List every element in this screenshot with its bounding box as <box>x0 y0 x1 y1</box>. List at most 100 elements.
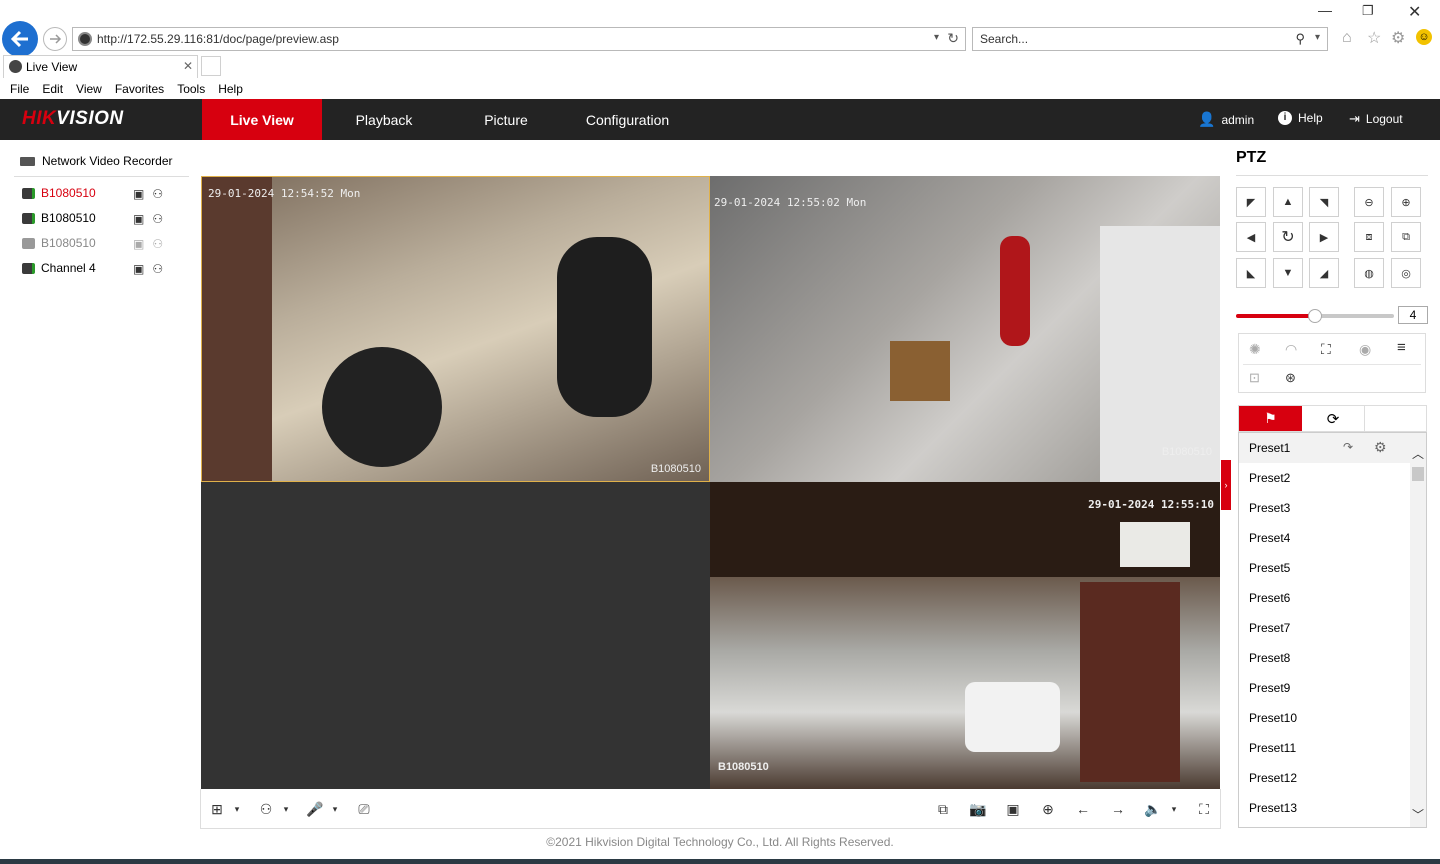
nav-configuration[interactable]: Configuration <box>570 99 685 140</box>
ptz-right[interactable]: ▶ <box>1309 222 1339 252</box>
preset-item[interactable]: Preset9 <box>1239 673 1426 703</box>
nav-live-view[interactable]: Live View <box>202 99 322 140</box>
channel-item-4[interactable]: Channel 4 <box>22 261 96 275</box>
close-window-icon[interactable]: ✕ <box>1408 2 1421 22</box>
scroll-thumb[interactable] <box>1412 467 1424 481</box>
iris-close-icon[interactable]: ◍ <box>1354 258 1384 288</box>
ptz-down[interactable]: ▼ <box>1273 258 1303 288</box>
scroll-up-icon[interactable]: ︿ <box>1412 445 1424 462</box>
restore-icon[interactable]: ❐ <box>1362 3 1374 19</box>
menu-file[interactable]: File <box>10 82 29 96</box>
ptz-collapse-tab[interactable]: › <box>1221 460 1231 510</box>
stream-dropdown-icon[interactable]: ▾ <box>276 799 296 819</box>
nav-picture[interactable]: Picture <box>447 99 565 140</box>
ptz-up-left[interactable]: ◤ <box>1236 187 1266 217</box>
video-pane-4[interactable]: 29-01-2024 12:55:10 B1080510 <box>710 482 1220 789</box>
browser-tab[interactable]: Live View ✕ <box>3 55 198 78</box>
close-tab-icon[interactable]: ✕ <box>183 59 193 73</box>
forward-button[interactable] <box>43 27 67 51</box>
ptz-left[interactable]: ◀ <box>1236 222 1266 252</box>
focus-far-icon[interactable]: ⧉ <box>1391 222 1421 252</box>
wiper-icon[interactable]: ◠ <box>1285 341 1297 358</box>
light-icon[interactable]: ✺ <box>1249 341 1261 358</box>
address-bar[interactable]: http://172.55.29.116:81/doc/page/preview… <box>72 27 966 51</box>
ptz-down-left[interactable]: ◣ <box>1236 258 1266 288</box>
ptz-up[interactable]: ▲ <box>1273 187 1303 217</box>
prev-icon[interactable]: ← <box>1073 799 1093 819</box>
user-menu[interactable]: 👤 admin <box>1198 111 1254 128</box>
menu-tools[interactable]: Tools <box>177 82 205 96</box>
refresh-icon[interactable]: ↻ <box>947 30 959 47</box>
ptz-up-right[interactable]: ◥ <box>1309 187 1339 217</box>
preset-item[interactable]: Preset5 <box>1239 553 1426 583</box>
logout-link[interactable]: ⇥ Logout <box>1349 111 1403 127</box>
mic-icon[interactable]: 🎤 <box>305 799 325 819</box>
favorites-icon[interactable]: ☆ <box>1367 28 1381 48</box>
preset-item[interactable]: Preset12 <box>1239 763 1426 793</box>
volume-dropdown-icon[interactable]: ▾ <box>1164 799 1184 819</box>
focus-near-icon[interactable]: ⧈ <box>1354 222 1384 252</box>
nav-playback[interactable]: Playback <box>325 99 443 140</box>
stream-settings-icon[interactable]: ⚇ <box>152 212 163 226</box>
manual-track-icon[interactable]: ⊡ <box>1249 370 1260 386</box>
iris-open-icon[interactable]: ◎ <box>1391 258 1421 288</box>
preset-item[interactable]: Preset11 <box>1239 733 1426 763</box>
video-pane-2[interactable]: 29-01-2024 12:55:02 Mon B1080510 <box>710 176 1220 482</box>
channel-item-1[interactable]: B1080510 <box>22 186 96 200</box>
new-tab-button[interactable] <box>201 56 221 76</box>
home-icon[interactable]: ⌂ <box>1342 29 1352 47</box>
dropdown-icon[interactable]: ▾ <box>934 32 939 43</box>
3d-zoom-icon[interactable]: ⊛ <box>1285 370 1296 386</box>
menu-edit[interactable]: Edit <box>42 82 63 96</box>
preset-item[interactable]: Preset3 <box>1239 493 1426 523</box>
speed-slider-handle[interactable] <box>1308 309 1322 323</box>
zoom-icon[interactable]: ⊕ <box>1038 799 1058 819</box>
record-icon[interactable]: ▣ <box>133 187 144 201</box>
ptz-down-right[interactable]: ◢ <box>1309 258 1339 288</box>
preset-scrollbar[interactable]: ︿ ﹀ <box>1410 445 1426 827</box>
patrol-tab-refresh-icon[interactable]: ⟳ <box>1302 406 1365 431</box>
multi-window-icon[interactable]: ⧉ <box>933 799 953 819</box>
fullscreen-icon[interactable]: ⛶ <box>1194 799 1214 819</box>
preset-settings-icon[interactable]: ⚙ <box>1374 439 1387 456</box>
preset-item[interactable]: Preset8 <box>1239 643 1426 673</box>
menu-help[interactable]: Help <box>218 82 243 96</box>
preset-item[interactable]: Preset13 <box>1239 793 1426 823</box>
menu-icon[interactable]: ≡ <box>1397 339 1406 356</box>
channel-item-2[interactable]: B1080510 <box>22 211 96 225</box>
back-button[interactable] <box>2 21 38 57</box>
stream-settings-icon[interactable]: ⚇ <box>152 187 163 201</box>
search-box[interactable]: Search... ⚲ ▾ <box>972 27 1328 51</box>
stream-settings-icon[interactable]: ⚇ <box>152 237 163 251</box>
preset-item[interactable]: Preset10 <box>1239 703 1426 733</box>
preset-item[interactable]: Preset2 <box>1239 463 1426 493</box>
camera-icon[interactable]: 📷 <box>968 799 988 819</box>
menu-favorites[interactable]: Favorites <box>115 82 164 96</box>
channel-item-3[interactable]: B1080510 <box>22 236 96 250</box>
stream-icon[interactable]: ⚇ <box>256 799 276 819</box>
minimize-icon[interactable]: — <box>1318 2 1332 18</box>
zoom-in-icon[interactable]: ⊕ <box>1391 187 1421 217</box>
scroll-down-icon[interactable]: ﹀ <box>1412 806 1424 823</box>
layout-dropdown-icon[interactable]: ▾ <box>227 799 247 819</box>
lens-init-icon[interactable]: ◉ <box>1359 341 1371 358</box>
search-icon[interactable]: ⚲ <box>1295 31 1305 47</box>
next-icon[interactable]: → <box>1108 799 1128 819</box>
record-icon[interactable]: ▣ <box>133 237 144 251</box>
volume-icon[interactable]: 🔈 <box>1143 799 1163 819</box>
preset-item[interactable]: Preset4 <box>1239 523 1426 553</box>
video-pane-3-empty[interactable] <box>201 482 710 789</box>
layout-icon[interactable]: ⊞ <box>207 799 227 819</box>
preset-item[interactable]: Preset7 <box>1239 613 1426 643</box>
stream-settings-icon[interactable]: ⚇ <box>152 262 163 276</box>
auto-focus-icon[interactable]: ⛶ <box>1321 341 1331 358</box>
video-pane-1[interactable]: 29-01-2024 12:54:52 Mon B1080510 <box>201 176 710 482</box>
help-link[interactable]: i Help <box>1278 111 1323 125</box>
record-icon[interactable]: ▣ <box>133 262 144 276</box>
menu-view[interactable]: View <box>76 82 102 96</box>
record-icon[interactable]: ▣ <box>1003 799 1023 819</box>
screen-icon[interactable]: ⎚ <box>354 799 374 819</box>
record-icon[interactable]: ▣ <box>133 212 144 226</box>
settings-icon[interactable]: ⚙ <box>1391 28 1405 48</box>
nvr-root[interactable]: Network Video Recorder <box>20 154 173 168</box>
